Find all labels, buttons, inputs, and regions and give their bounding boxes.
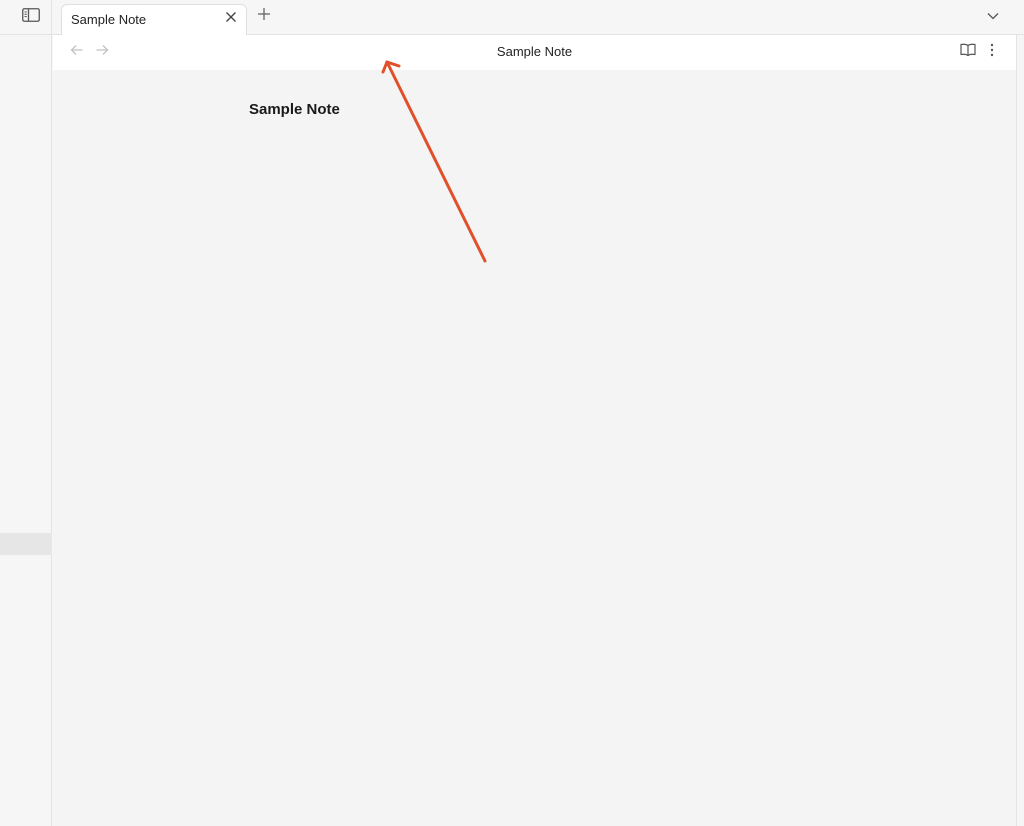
tab-bar: Sample Note xyxy=(52,0,1024,35)
tab-list-button[interactable] xyxy=(986,9,1000,23)
chevron-down-icon xyxy=(987,7,999,25)
view-header-title[interactable]: Sample Note xyxy=(53,44,1016,59)
ribbon-header xyxy=(0,0,52,35)
note-content-area[interactable]: Sample Note xyxy=(53,70,1016,826)
plus-icon xyxy=(257,7,271,26)
book-open-icon xyxy=(960,43,976,61)
app-window: Sample Note Sample Note Sample Note xyxy=(0,0,1024,826)
tab-title: Sample Note xyxy=(71,12,147,27)
tab-close-button[interactable] xyxy=(224,12,238,26)
note-title[interactable]: Sample Note xyxy=(249,101,340,118)
left-ribbon xyxy=(0,0,52,826)
tab-sample-note[interactable]: Sample Note xyxy=(61,4,247,35)
sidebar-toggle-button[interactable] xyxy=(20,7,42,27)
close-icon xyxy=(225,10,237,28)
view-header: Sample Note xyxy=(53,35,1016,70)
ribbon-highlight-row[interactable] xyxy=(0,533,52,555)
reading-mode-button[interactable] xyxy=(960,43,976,61)
more-vertical-icon xyxy=(990,43,994,62)
new-tab-button[interactable] xyxy=(256,7,272,26)
sidebar-toggle-icon xyxy=(22,7,40,27)
more-options-button[interactable] xyxy=(984,43,1000,62)
right-scroll-gutter xyxy=(1016,35,1024,826)
